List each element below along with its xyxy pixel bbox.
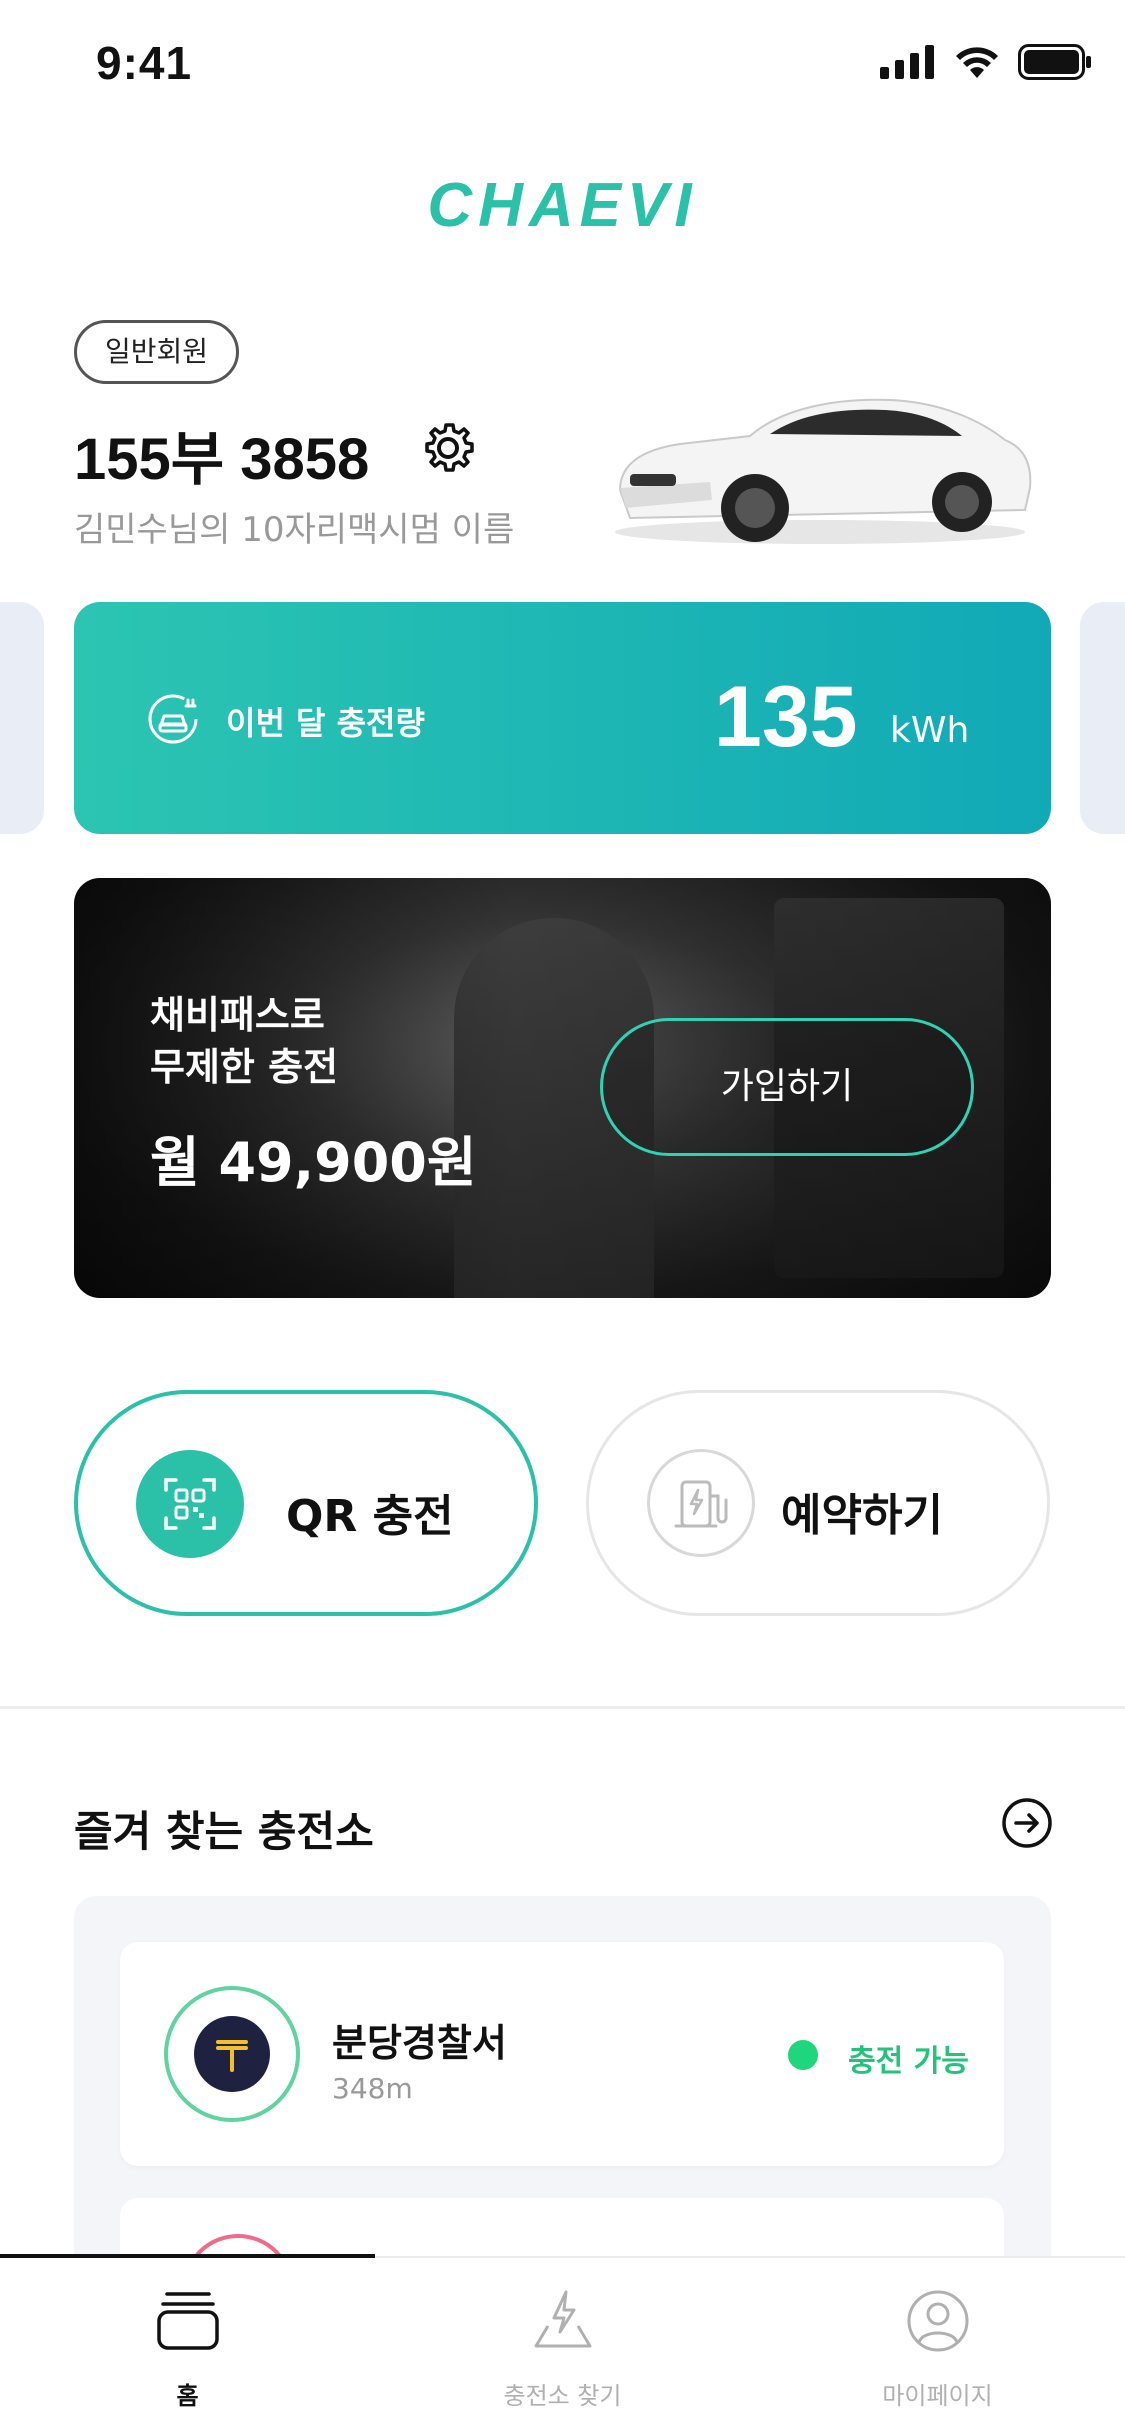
wifi-icon xyxy=(956,47,998,78)
status-icons xyxy=(880,44,1092,80)
signal-icon xyxy=(880,45,934,79)
carousel-peek-left xyxy=(0,602,44,834)
promo-headline-1: 채비패스로 xyxy=(150,993,325,1037)
reserve-label: 예약하기 xyxy=(781,1490,943,1541)
ev-plug-icon xyxy=(148,694,198,744)
tab-home[interactable]: 홈 xyxy=(0,2258,375,2436)
carousel-peek-right xyxy=(1080,602,1125,834)
car-image xyxy=(615,398,1032,544)
bottom-tab-bar: 홈 충전소 찾기 마이페이지 xyxy=(0,2256,1125,2436)
qr-charge-label: QR 충전 xyxy=(286,1491,454,1542)
active-tab-indicator xyxy=(0,2254,375,2258)
charge-label: 이번 달 충전량 xyxy=(226,704,425,742)
battery-icon xyxy=(1018,44,1091,80)
brand-logo: CHAEVI xyxy=(427,171,698,240)
charger-map-icon xyxy=(534,2290,592,2348)
promo-price: 월 49,900원 xyxy=(150,1131,477,1194)
station-brand-icon xyxy=(216,2040,248,2072)
qr-charge-button[interactable]: QR 충전 xyxy=(74,1390,538,1616)
favorite-station-item[interactable]: 분당경찰서 348m 충전 가능 xyxy=(120,1942,1004,2166)
member-name-line: 김민수님의 10자리맥시멈 이름 xyxy=(74,510,515,550)
reserve-button[interactable]: 예약하기 xyxy=(586,1390,1050,1616)
favorites-title: 즐겨 찾는 충전소 xyxy=(74,1807,374,1856)
station-distance: 348m xyxy=(332,2072,413,2105)
status-dot xyxy=(788,2040,818,2070)
charge-value: 135 xyxy=(714,669,858,765)
arrow-right-circle-icon[interactable] xyxy=(1000,1796,1054,1850)
station-status: 충전 가능 xyxy=(848,2044,969,2079)
tab-find-charger-label: 충전소 찾기 xyxy=(503,2382,622,2410)
vehicle-plate: 155부 3858 xyxy=(74,427,370,492)
status-time: 9:41 xyxy=(96,37,193,89)
qr-scan-icon xyxy=(136,1450,244,1558)
section-divider xyxy=(0,1706,1125,1709)
tab-home-label: 홈 xyxy=(176,2382,199,2410)
monthly-charge-card[interactable]: 이번 달 충전량 135 kWh xyxy=(74,602,1051,834)
charge-unit: kWh xyxy=(890,710,970,751)
promo-banner[interactable]: 채비패스로 무제한 충전 월 49,900원 가입하기 xyxy=(74,878,1051,1298)
profile-icon xyxy=(907,2290,969,2352)
home-icon xyxy=(157,2292,219,2350)
charger-station-icon xyxy=(647,1449,755,1557)
gear-icon[interactable] xyxy=(420,420,476,476)
member-grade-badge: 일반회원 xyxy=(74,320,240,384)
tab-mypage-label: 마이페이지 xyxy=(882,2382,993,2410)
subscribe-button[interactable]: 가입하기 xyxy=(600,1018,974,1156)
tab-mypage[interactable]: 마이페이지 xyxy=(750,2258,1125,2436)
station-logo xyxy=(164,1986,300,2122)
station-name: 분당경찰서 xyxy=(332,2021,507,2065)
tab-find-charger[interactable]: 충전소 찾기 xyxy=(375,2258,750,2436)
promo-headline-2: 무제한 충전 xyxy=(150,1045,339,1089)
